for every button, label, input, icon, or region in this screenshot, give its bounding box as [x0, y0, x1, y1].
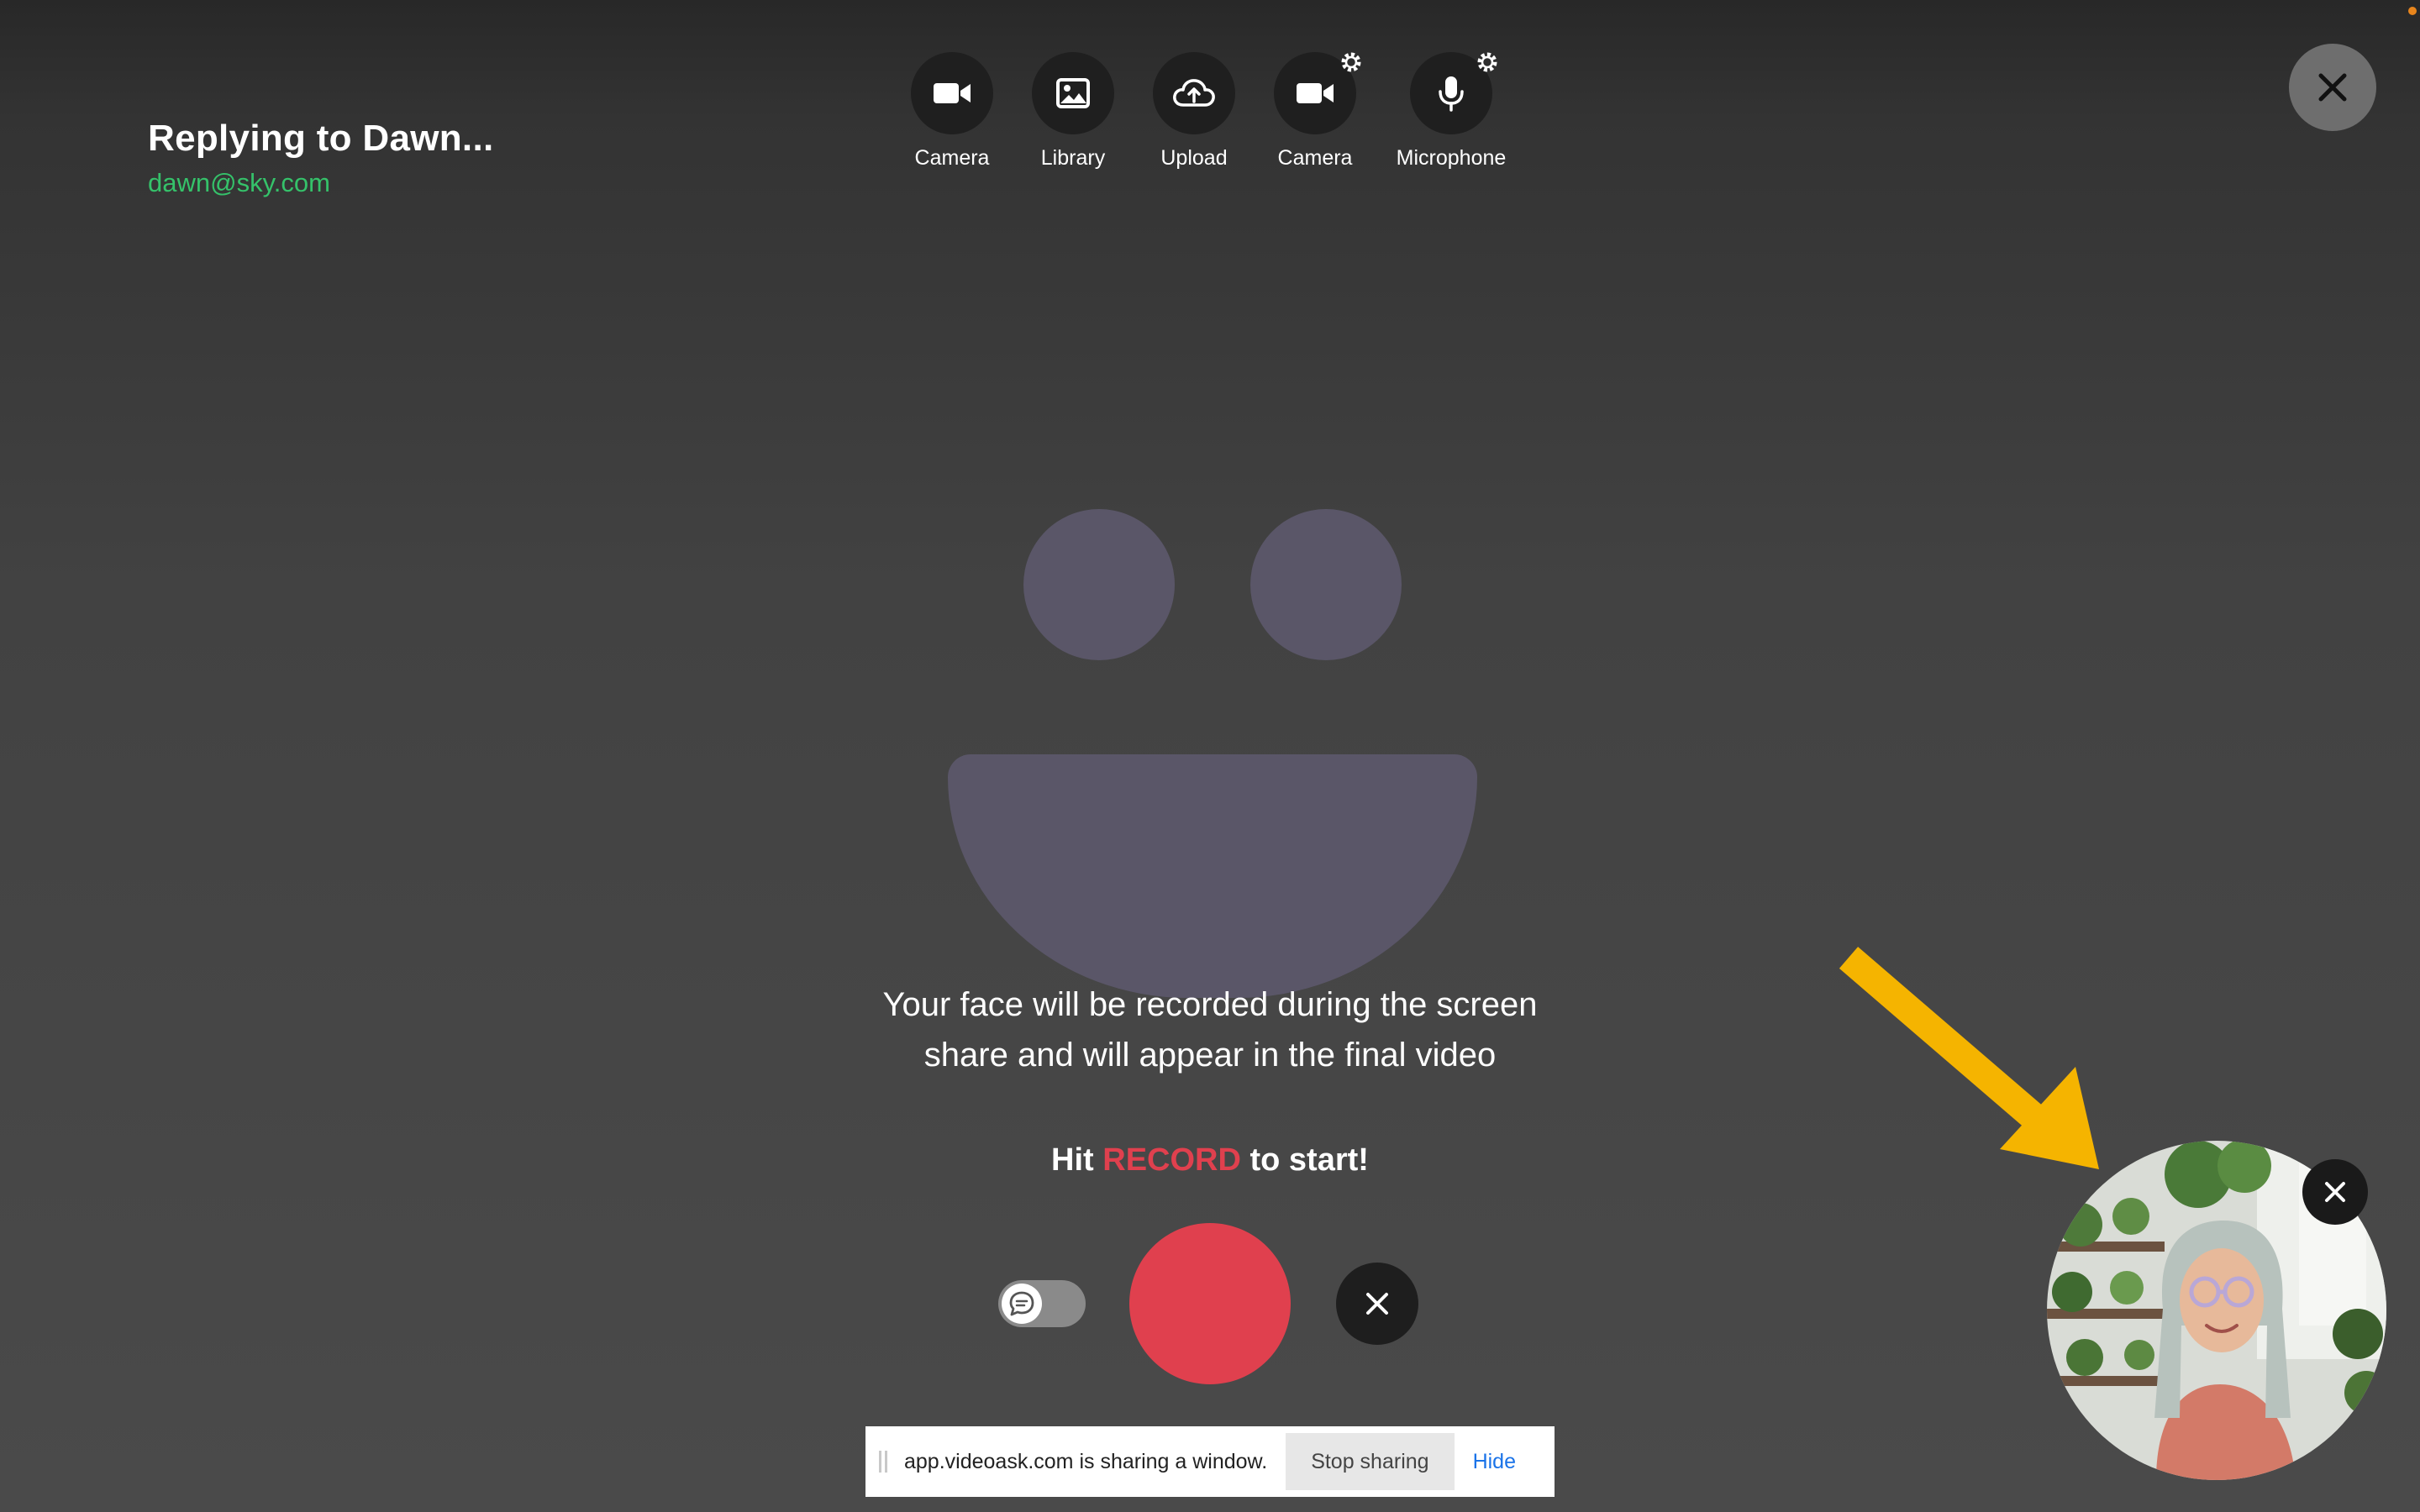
close-button[interactable]: [2289, 44, 2376, 131]
toolbar-library-label: Library: [1040, 146, 1106, 170]
gear-icon: [1341, 52, 1361, 72]
toolbar-camera-button[interactable]: Camera: [889, 52, 1015, 171]
placeholder-right-eye: [1250, 509, 1402, 660]
arrow-annotation: [1839, 947, 2099, 1169]
close-icon: [2318, 73, 2347, 102]
reply-email: dawn@sky.com: [148, 168, 330, 197]
message-line-2: share and will appear in the final video: [923, 1037, 1497, 1074]
gear-icon: [1477, 52, 1497, 72]
status-dot: [2408, 7, 2417, 15]
record-prompt-suffix: to start!: [1249, 1142, 1369, 1178]
record-prompt-prefix: Hit: [1051, 1142, 1094, 1178]
cloud-upload-icon: [1173, 79, 1215, 107]
record-prompt: Hit RECORD to start!: [874, 1142, 1546, 1179]
message-line-1: Your face will be recorded during the sc…: [882, 986, 1538, 1023]
sharing-status-text: app.videoask.com is sharing a window.: [904, 1449, 1268, 1473]
close-icon: [2325, 1182, 2345, 1202]
video-camera-icon: [1297, 83, 1334, 103]
toolbar-upload-label: Upload: [1160, 146, 1228, 170]
cancel-screen-share-button[interactable]: [1336, 1263, 1418, 1345]
hide-sharing-bar-link[interactable]: Hide: [1473, 1450, 1516, 1474]
toolbar-camera-settings-button[interactable]: Camera: [1252, 52, 1378, 171]
placeholder-mouth: [948, 754, 1477, 998]
toolbar-camera-settings-label: Camera: [1277, 146, 1353, 170]
toolbar-camera-label: Camera: [914, 146, 990, 170]
stop-sharing-button[interactable]: Stop sharing: [1286, 1433, 1455, 1490]
close-webcam-preview-button[interactable]: [2302, 1159, 2368, 1225]
chat-bubble-icon: [1009, 1291, 1034, 1316]
record-button[interactable]: [1129, 1223, 1291, 1384]
reply-title: Replying to Dawn...: [148, 118, 494, 159]
toolbar-microphone-button[interactable]: Microphone: [1388, 52, 1514, 171]
image-icon: [1056, 78, 1090, 108]
toolbar-library-button[interactable]: Library: [1010, 52, 1136, 171]
record-prompt-keyword: RECORD: [1102, 1142, 1241, 1178]
microphone-icon: [1439, 76, 1464, 112]
text-overlay-toggle[interactable]: [998, 1280, 1086, 1327]
placeholder-left-eye: [1023, 509, 1175, 660]
video-camera-icon: [934, 83, 971, 103]
recording-info-message: Your face will be recorded during the sc…: [790, 979, 1630, 1080]
toolbar-upload-button[interactable]: Upload: [1131, 52, 1257, 171]
close-icon: [1366, 1293, 1388, 1315]
drag-handle[interactable]: [879, 1451, 887, 1473]
toolbar-microphone-label: Microphone: [1396, 146, 1507, 170]
screen-sharing-bar: app.videoask.com is sharing a window. St…: [865, 1426, 1555, 1497]
